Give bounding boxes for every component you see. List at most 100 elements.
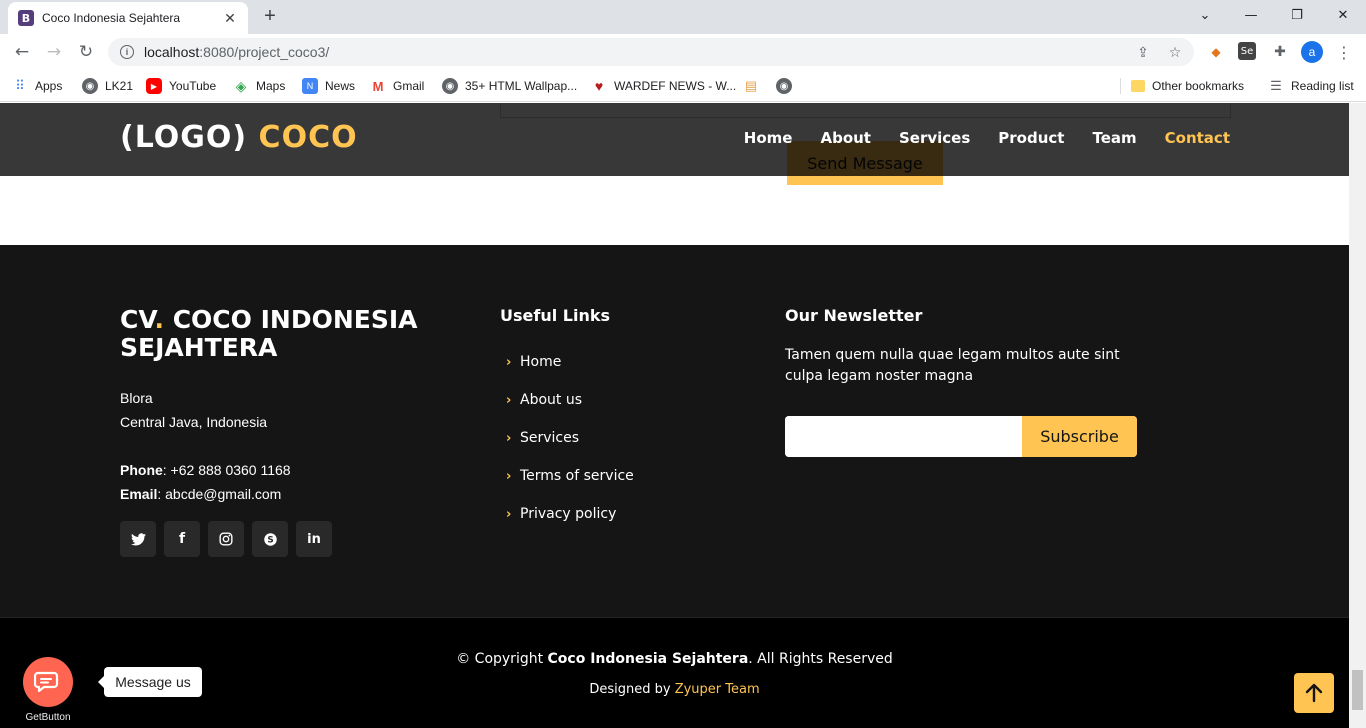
arrow-up-icon: [1305, 683, 1323, 703]
nav-contact[interactable]: Contact: [1165, 129, 1230, 147]
extensions-puzzle-icon[interactable]: ✚: [1270, 42, 1290, 62]
newsletter-description: Tamen quem nulla quae legam multos aute …: [785, 347, 1120, 384]
bookmark-star-icon[interactable]: ☆: [1166, 44, 1184, 62]
chevron-right-icon: ›: [506, 430, 512, 446]
company-name: CV. COCO INDONESIA SEJAHTERA: [120, 305, 418, 362]
bootstrap-favicon-icon: B: [18, 10, 34, 26]
bookmark-wallpapers[interactable]: ◉ 35+ HTML Wallpap...: [442, 76, 577, 96]
chevron-right-icon: ›: [506, 354, 512, 370]
minimize-button[interactable]: —: [1228, 0, 1274, 30]
share-icon[interactable]: ⇪: [1134, 44, 1152, 62]
useful-links-title: Useful Links: [500, 306, 611, 325]
reading-list-icon: ☰: [1270, 78, 1282, 93]
credits-text: Designed by Zyuper Team: [589, 682, 760, 697]
getbutton-chat-button[interactable]: [23, 657, 73, 707]
page-viewport: Send Message (LOGO) COCO Home About Serv…: [0, 103, 1349, 728]
nav-services[interactable]: Services: [899, 129, 970, 147]
page-scrollbar[interactable]: [1349, 103, 1366, 728]
instagram-icon[interactable]: [208, 521, 244, 557]
browser-tab[interactable]: B Coco Indonesia Sejahtera ✕: [8, 2, 248, 34]
nav-team[interactable]: Team: [1092, 129, 1136, 147]
bookmark-wardef[interactable]: ♥ WARDEF NEWS - W...: [591, 76, 736, 96]
back-to-top-button[interactable]: [1294, 673, 1334, 713]
footer-link-about[interactable]: › About us: [500, 381, 634, 419]
company-address: Blora Central Java, Indonesia: [120, 390, 268, 430]
bookmarks-separator: [1120, 78, 1121, 94]
footer-link-home[interactable]: › Home: [500, 343, 634, 381]
footer-link-terms[interactable]: › Terms of service: [500, 457, 634, 495]
newsletter-title: Our Newsletter: [785, 306, 923, 325]
bookmark-globe[interactable]: ◉: [776, 76, 799, 96]
gmail-icon: M: [372, 78, 384, 94]
bookmark-folder-small[interactable]: ▤: [743, 76, 766, 96]
globe-icon: ◉: [776, 78, 792, 94]
facebook-icon[interactable]: f: [164, 521, 200, 557]
twitter-icon[interactable]: [120, 521, 156, 557]
profile-avatar[interactable]: a: [1301, 41, 1323, 63]
selenium-extension-icon[interactable]: Se: [1238, 42, 1256, 60]
company-contact: Phone: +62 888 0360 1168 Email: abcde@gm…: [120, 462, 291, 502]
reading-list[interactable]: ☰ Reading list: [1268, 76, 1354, 96]
address-bar[interactable]: i localhost:8080/project_coco3/ ⇪ ☆: [108, 38, 1194, 66]
nav-home[interactable]: Home: [744, 129, 793, 147]
forward-arrow-icon[interactable]: →: [40, 38, 68, 66]
chat-bubbles-icon: [34, 671, 59, 693]
site-header: (LOGO) COCO Home About Services Product …: [0, 103, 1349, 176]
bookmark-lk21[interactable]: ◉ LK21: [82, 76, 133, 96]
subscribe-button[interactable]: Subscribe: [1022, 416, 1137, 457]
chevron-right-icon: ›: [506, 468, 512, 484]
chevron-right-icon: ›: [506, 506, 512, 522]
message-us-tooltip[interactable]: Message us: [98, 667, 202, 697]
folder-icon: [1131, 80, 1145, 92]
globe-icon: ◉: [442, 78, 458, 94]
url-text: localhost:8080/project_coco3/: [144, 44, 330, 60]
social-links: f S in: [120, 521, 332, 557]
browser-menu-icon[interactable]: ⋮: [1334, 42, 1354, 62]
footer-link-services[interactable]: › Services: [500, 419, 634, 457]
getbutton-label: GetButton: [25, 712, 71, 723]
footer-link-privacy[interactable]: › Privacy policy: [500, 495, 634, 533]
apps-grid-icon: ⠿: [15, 78, 25, 93]
bookmarks-bar: ⠿ Apps ◉ LK21 ▶ YouTube ◈ Maps N News M …: [0, 70, 1366, 102]
back-arrow-icon[interactable]: ←: [8, 38, 36, 66]
wardef-icon: ♥: [594, 78, 604, 94]
browser-tabstrip: B Coco Indonesia Sejahtera ✕ + ⌄ — ❐ ✕: [0, 0, 1366, 34]
copyright-text: © Copyright Coco Indonesia Sejahtera. Al…: [456, 651, 893, 667]
clapper-icon: ▤: [744, 78, 758, 93]
reload-icon[interactable]: ↻: [72, 38, 100, 66]
new-tab-button[interactable]: +: [258, 4, 282, 28]
tab-search-icon[interactable]: ⌄: [1182, 0, 1228, 30]
tab-title: Coco Indonesia Sejahtera: [42, 11, 181, 25]
site-info-icon[interactable]: i: [120, 45, 134, 59]
news-icon: N: [302, 78, 318, 94]
browser-toolbar: ← → ↻ i localhost:8080/project_coco3/ ⇪ …: [0, 34, 1366, 70]
footer-top: CV. COCO INDONESIA SEJAHTERA Blora Centr…: [0, 245, 1349, 617]
bookmark-gmail[interactable]: M Gmail: [370, 76, 425, 96]
restore-button[interactable]: ❐: [1274, 0, 1320, 30]
globe-icon: ◉: [82, 78, 98, 94]
svg-text:S: S: [267, 535, 273, 545]
designer-link[interactable]: Zyuper Team: [675, 682, 760, 697]
footer-bottom: © Copyright Coco Indonesia Sejahtera. Al…: [0, 617, 1349, 728]
close-tab-icon[interactable]: ✕: [222, 10, 238, 26]
nav-about[interactable]: About: [820, 129, 871, 147]
youtube-icon: ▶: [146, 78, 162, 94]
nav-product[interactable]: Product: [998, 129, 1064, 147]
site-logo[interactable]: (LOGO) COCO: [120, 120, 358, 155]
scrollbar-thumb[interactable]: [1352, 670, 1363, 710]
newsletter-form: Subscribe: [785, 416, 1137, 457]
other-bookmarks[interactable]: Other bookmarks: [1131, 76, 1244, 96]
useful-links-list: › Home › About us › Services › Terms of serv…: [500, 343, 634, 533]
metamask-extension-icon[interactable]: ◆: [1206, 42, 1226, 62]
skype-icon[interactable]: S: [252, 521, 288, 557]
chevron-right-icon: ›: [506, 392, 512, 408]
bookmark-news[interactable]: N News: [302, 76, 355, 96]
bookmark-youtube[interactable]: ▶ YouTube: [146, 76, 216, 96]
maps-icon: ◈: [235, 77, 247, 94]
linkedin-icon[interactable]: in: [296, 521, 332, 557]
close-window-button[interactable]: ✕: [1320, 0, 1366, 30]
newsletter-email-input[interactable]: [785, 416, 1022, 457]
main-nav: Home About Services Product Team Contact: [744, 129, 1230, 147]
bookmark-apps[interactable]: ⠿ Apps: [12, 76, 62, 96]
bookmark-maps[interactable]: ◈ Maps: [233, 76, 286, 96]
